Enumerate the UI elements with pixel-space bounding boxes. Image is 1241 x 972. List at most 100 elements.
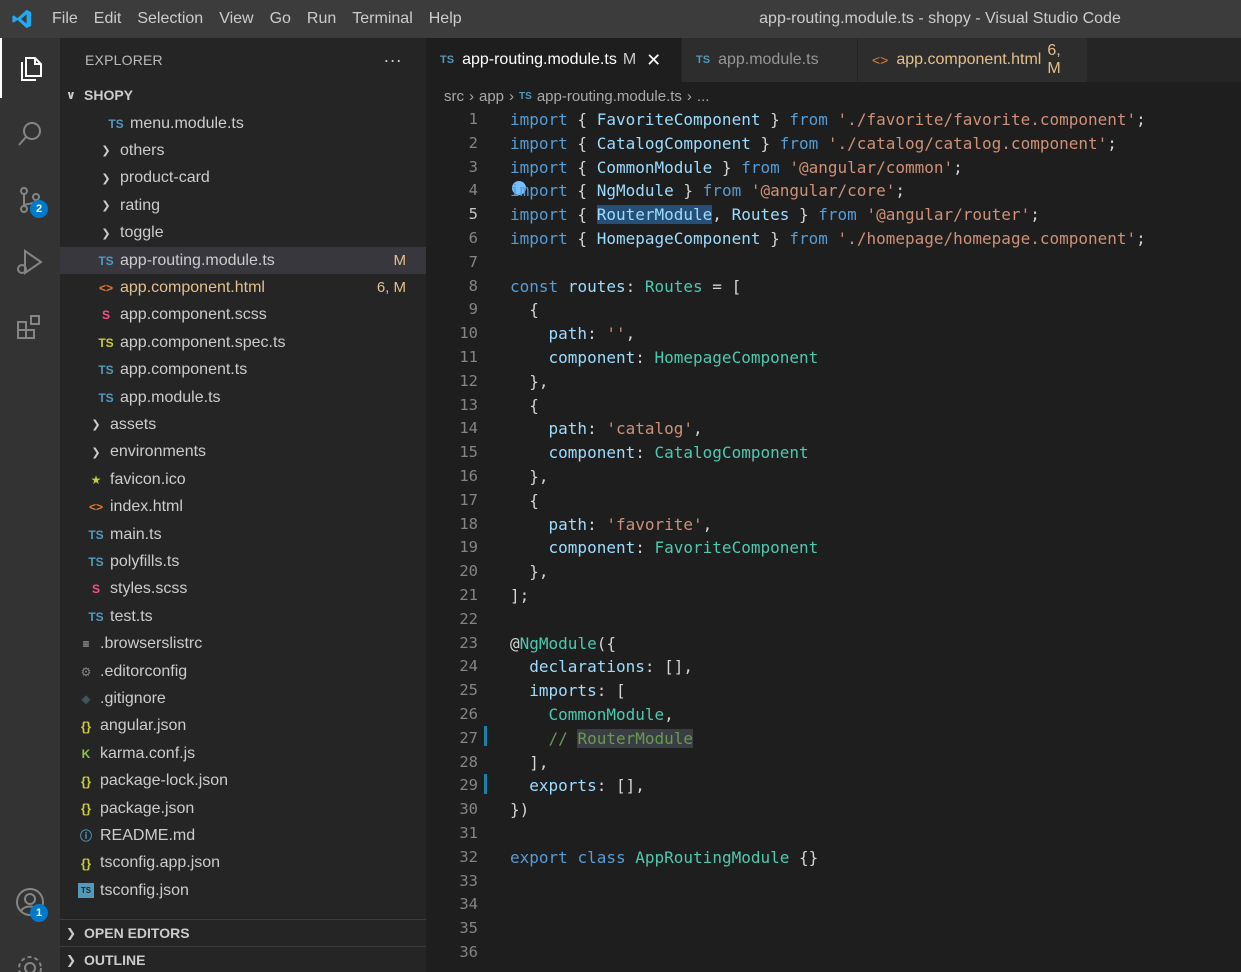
breadcrumb-symbol[interactable]: ... [697, 88, 710, 105]
tree-item[interactable]: TS app.component.spec.ts [60, 329, 426, 356]
tree-item[interactable]: ❯ product-card [60, 165, 426, 192]
code-line[interactable]: }, [510, 560, 548, 584]
tree-item[interactable]: TS tsconfig.json [60, 877, 426, 904]
tree-item[interactable]: ❯ others [60, 137, 426, 164]
tree-item[interactable]: ⚙ .editorconfig [60, 658, 426, 685]
code-line[interactable]: import { NgModule } from '@angular/core'… [510, 179, 905, 203]
menu-view[interactable]: View [211, 0, 261, 38]
html-icon: <> [872, 52, 889, 68]
breadcrumb-file[interactable]: app-routing.module.ts [537, 88, 682, 105]
breadcrumb-src[interactable]: src [444, 88, 464, 105]
breadcrumb-app[interactable]: app [479, 88, 504, 105]
close-icon[interactable]: ✕ [646, 50, 661, 71]
code-line[interactable]: declarations: [], [510, 655, 693, 679]
code-line[interactable]: exports: [], [510, 774, 645, 798]
code-token: declarations [529, 657, 645, 677]
line-number: 4 [468, 181, 478, 200]
tree-item[interactable]: TS menu.module.ts [60, 110, 426, 137]
code-line[interactable]: component: CatalogComponent [510, 441, 809, 465]
tree-item[interactable]: TS app.component.ts [60, 357, 426, 384]
tree-item[interactable]: {} package.json [60, 795, 426, 822]
code-line[interactable]: component: HomepageComponent [510, 346, 819, 370]
run-debug-icon[interactable] [0, 232, 60, 292]
code-line[interactable]: imports: [ [510, 679, 625, 703]
chevron-right-icon: ❯ [91, 446, 101, 459]
tree-item[interactable]: Sapp.component.scss [60, 302, 426, 329]
code-line[interactable]: }, [510, 465, 548, 489]
accounts-icon[interactable]: 1 [0, 872, 60, 932]
tree-item[interactable]: ❯ environments [60, 439, 426, 466]
tree-item[interactable]: ★ favicon.ico [60, 466, 426, 493]
menu-selection[interactable]: Selection [129, 0, 211, 38]
tree-item[interactable]: ≡ .browserslistrc [60, 631, 426, 658]
tree-item-label: .browserslistrc [100, 635, 203, 653]
tree-item[interactable]: TS test.ts [60, 603, 426, 630]
code-line[interactable]: import { FavoriteComponent } from './fav… [510, 108, 1146, 132]
code-token: path [548, 324, 588, 344]
code-line[interactable]: CommonModule, [510, 703, 674, 727]
outline-section[interactable]: ❯ OUTLINE [60, 946, 426, 972]
tree-item-label: tsconfig.app.json [100, 854, 221, 872]
explorer-icon[interactable] [0, 38, 60, 98]
menu-go[interactable]: Go [262, 0, 299, 38]
menu-edit[interactable]: Edit [86, 0, 130, 38]
search-icon[interactable] [0, 104, 60, 164]
tab-app-routing-module[interactable]: TS app-routing.module.ts M ✕ [426, 38, 682, 82]
tab-app-module[interactable]: TS app.module.ts [682, 38, 858, 82]
tree-item[interactable]: {} package-lock.json [60, 768, 426, 795]
code-token: { [567, 181, 597, 201]
tree-item[interactable]: TS app.module.ts [60, 384, 426, 411]
tree-item[interactable]: <> index.html [60, 494, 426, 521]
tab-app-component-html[interactable]: <> app.component.html 6, M [858, 38, 1088, 82]
code-line[interactable]: export class AppRoutingModule {} [510, 846, 818, 870]
code-line[interactable]: import { HomepageComponent } from './hom… [510, 227, 1146, 251]
code-line[interactable]: @NgModule({ [510, 632, 616, 656]
tree-item[interactable]: TS app-routing.module.ts M [60, 247, 426, 274]
project-section-header[interactable]: ∨ SHOPY [60, 82, 426, 108]
tree-item[interactable]: Kkarma.conf.js [60, 740, 426, 767]
source-control-icon[interactable]: 2 [0, 170, 60, 230]
tree-item[interactable]: ❯ rating [60, 192, 426, 219]
typescript-icon: TS [88, 609, 104, 624]
menu-file[interactable]: File [44, 0, 86, 38]
gear-icon[interactable] [0, 938, 60, 972]
code-line[interactable]: // RouterModule [510, 727, 694, 751]
code-editor[interactable]: 1 import { FavoriteComponent } from './fa… [426, 108, 1241, 972]
tree-item[interactable]: <> app.component.html 6, M [60, 274, 426, 301]
menu-terminal[interactable]: Terminal [344, 0, 420, 38]
code-line[interactable]: path: 'catalog', [510, 417, 703, 441]
more-actions-button[interactable]: ··· [383, 50, 402, 71]
code-line[interactable]: component: FavoriteComponent [510, 536, 819, 560]
menu-help[interactable]: Help [421, 0, 470, 38]
code-line[interactable]: }, [510, 370, 548, 394]
outline-label: OUTLINE [84, 952, 146, 968]
tree-item[interactable]: ❯ assets [60, 411, 426, 438]
code-line[interactable]: path: 'favorite', [510, 513, 713, 537]
tree-item[interactable]: TS main.ts [60, 521, 426, 548]
typescript-icon: TS [88, 527, 104, 542]
code-line[interactable]: ]; [510, 584, 529, 608]
code-line[interactable]: { [510, 298, 539, 322]
info-icon: ⓘ [79, 829, 92, 844]
code-line[interactable]: }) [510, 798, 529, 822]
tree-item[interactable]: ❯ toggle [60, 220, 426, 247]
chevron-right-icon: › [509, 87, 515, 105]
open-editors-section[interactable]: ❯ OPEN EDITORS [60, 919, 426, 946]
tree-item[interactable]: {} angular.json [60, 713, 426, 740]
menu-run[interactable]: Run [299, 0, 344, 38]
tree-item-label: app.component.scss [120, 306, 267, 324]
tree-item[interactable]: TS polyfills.ts [60, 548, 426, 575]
code-line[interactable]: import { CommonModule } from '@angular/c… [510, 156, 963, 180]
code-line[interactable]: { [510, 489, 539, 513]
tree-item[interactable]: {} tsconfig.app.json [60, 850, 426, 877]
code-line[interactable]: { [510, 394, 539, 418]
tree-item[interactable]: ◆ .gitignore [60, 685, 426, 712]
code-line[interactable]: import { CatalogComponent } from './cata… [510, 132, 1117, 156]
tree-item[interactable]: ⓘ README.md [60, 822, 426, 849]
tree-item[interactable]: Sstyles.scss [60, 576, 426, 603]
extensions-icon[interactable] [0, 298, 60, 358]
code-line[interactable]: path: '', [510, 322, 636, 346]
code-line[interactable]: const routes: Routes = [ [510, 275, 741, 299]
code-line[interactable]: import { RouterModule, Routes } from '@a… [510, 203, 1040, 227]
code-line[interactable]: ], [510, 751, 548, 775]
